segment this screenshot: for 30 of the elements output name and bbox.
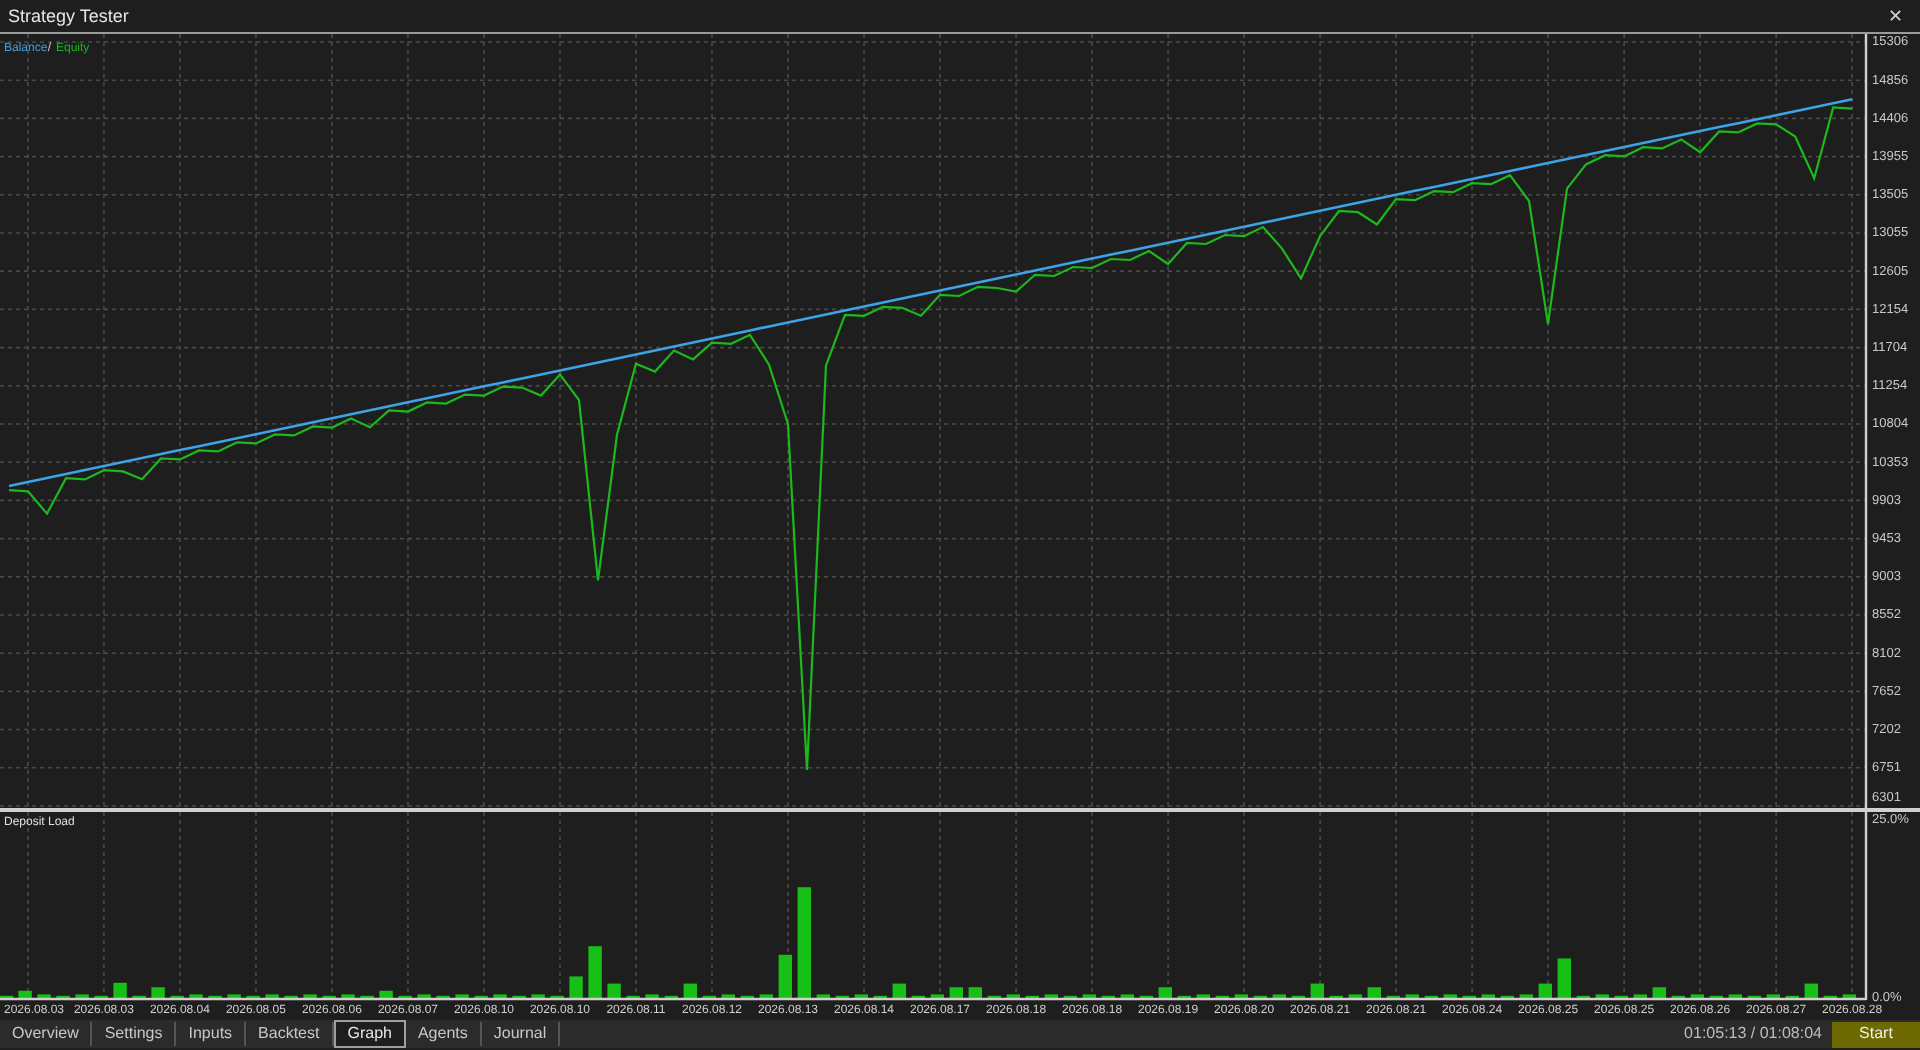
bar [778, 954, 792, 998]
bar [1367, 987, 1381, 998]
bar [379, 990, 393, 998]
bar [588, 946, 602, 998]
bar [797, 887, 811, 998]
tab[interactable]: Agents [405, 1022, 482, 1046]
bar [892, 983, 906, 998]
bar [1310, 983, 1324, 998]
tab[interactable]: Inputs [176, 1022, 247, 1046]
start-button[interactable]: Start [1832, 1021, 1920, 1047]
bar [569, 976, 583, 998]
bar [18, 990, 32, 998]
bar [607, 983, 621, 998]
bar [683, 983, 697, 998]
tab[interactable]: Journal [481, 1022, 561, 1046]
tab[interactable]: Overview [0, 1022, 93, 1046]
bar [151, 987, 165, 998]
bar [949, 987, 963, 998]
bar [1804, 983, 1818, 998]
close-button[interactable]: ✕ [1880, 7, 1912, 25]
bar [1538, 983, 1552, 998]
bar [1652, 987, 1666, 998]
bar [113, 982, 127, 998]
elapsed-time: 01:05:13 / 01:08:04 [1684, 1026, 1822, 1042]
bar [968, 987, 982, 998]
bar [1557, 958, 1571, 998]
bar [1158, 987, 1172, 998]
tab[interactable]: Graph [333, 1020, 406, 1048]
window-title: Strategy Tester [8, 7, 129, 25]
tab[interactable]: Settings [92, 1022, 177, 1046]
